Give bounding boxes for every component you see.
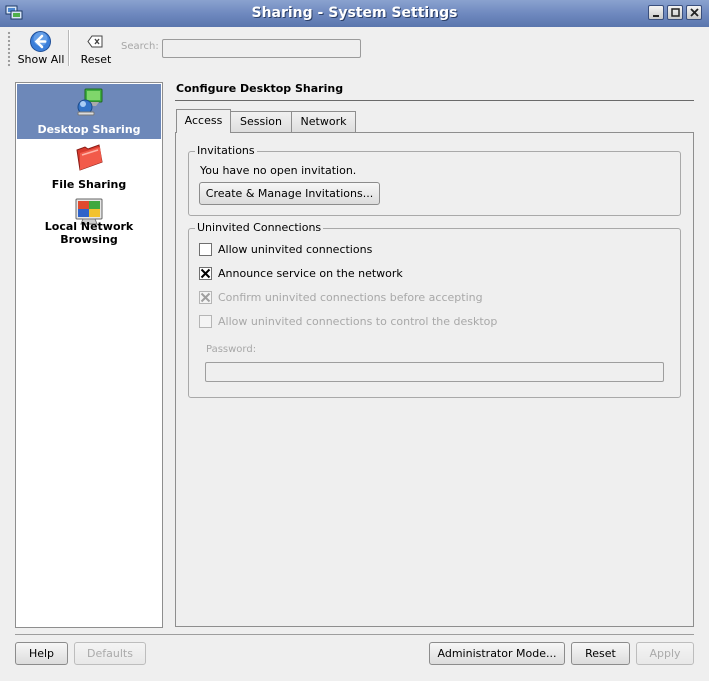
maximize-icon [670, 8, 680, 17]
announce-service-label[interactable]: Announce service on the network [218, 267, 403, 280]
title-divider [175, 100, 694, 101]
reset-toolbar-button[interactable]: Reset [77, 29, 115, 67]
defaults-button[interactable]: Defaults [74, 642, 146, 665]
allow-uninvited-label[interactable]: Allow uninvited connections [218, 243, 372, 256]
back-arrow-icon [30, 31, 51, 52]
button-label: Reset [585, 647, 616, 660]
create-manage-invitations-button[interactable]: Create & Manage Invitations... [199, 182, 380, 205]
tab-session[interactable]: Session [230, 111, 292, 132]
confirm-uninvited-checkbox[interactable] [199, 291, 212, 304]
sidebar-item-label: Desktop Sharing [37, 123, 141, 136]
apply-button[interactable]: Apply [636, 642, 694, 665]
reset-button[interactable]: Reset [571, 642, 630, 665]
tab-label: Network [300, 115, 347, 128]
toolbar-grip[interactable] [7, 31, 11, 67]
minimize-icon [653, 14, 659, 17]
sidebar-item-label: File Sharing [51, 178, 127, 191]
sidebar-item-local-network-browsing[interactable]: Local Network Browsing [17, 194, 161, 249]
page-title: Configure Desktop Sharing [176, 82, 344, 95]
close-icon [689, 8, 699, 17]
maximize-button[interactable] [667, 5, 683, 20]
checkmark-x-icon [200, 268, 211, 279]
button-label: Defaults [87, 647, 133, 660]
allow-uninvited-checkbox[interactable] [199, 243, 212, 256]
password-input[interactable] [205, 362, 664, 382]
invitation-status: You have no open invitation. [200, 164, 357, 177]
uninvited-group-title: Uninvited Connections [195, 221, 324, 234]
invitations-group-title: Invitations [195, 144, 257, 157]
password-label: Password: [206, 344, 257, 355]
toolbar-separator [68, 30, 70, 66]
sidebar-item-label: Local Network Browsing [44, 220, 134, 246]
help-button[interactable]: Help [15, 642, 68, 665]
show-all-button[interactable]: Show All [17, 29, 65, 67]
sidebar-item-desktop-sharing[interactable]: Desktop Sharing [17, 84, 161, 139]
show-all-label: Show All [17, 53, 65, 66]
folder-icon [76, 144, 103, 171]
minimize-button[interactable] [648, 5, 664, 20]
sidebar: Desktop Sharing File Sharing Local Netwo… [15, 82, 163, 628]
tab-network[interactable]: Network [291, 111, 356, 132]
search-input[interactable] [162, 39, 361, 58]
desktop-sharing-icon [77, 88, 103, 116]
window-title: Sharing - System Settings [251, 5, 458, 21]
reset-toolbar-label: Reset [80, 53, 112, 66]
footer-divider [15, 634, 694, 635]
clear-icon [87, 35, 103, 48]
announce-service-checkbox[interactable] [199, 267, 212, 280]
close-button[interactable] [686, 5, 702, 20]
confirm-uninvited-label: Confirm uninvited connections before acc… [218, 291, 483, 304]
allow-control-checkbox[interactable] [199, 315, 212, 328]
tab-label: Access [184, 114, 223, 127]
allow-control-label: Allow uninvited connections to control t… [218, 315, 498, 328]
tab-label: Session [240, 115, 282, 128]
search-label: Search: [121, 41, 159, 52]
button-label: Apply [649, 647, 681, 660]
tab-access[interactable]: Access [176, 109, 231, 133]
administrator-mode-button[interactable]: Administrator Mode... [429, 642, 565, 665]
sidebar-item-file-sharing[interactable]: File Sharing [17, 139, 161, 194]
button-label: Help [28, 647, 55, 660]
checkmark-x-icon [200, 292, 211, 303]
button-label: Create & Manage Invitations... [205, 187, 374, 200]
button-label: Administrator Mode... [437, 647, 557, 660]
